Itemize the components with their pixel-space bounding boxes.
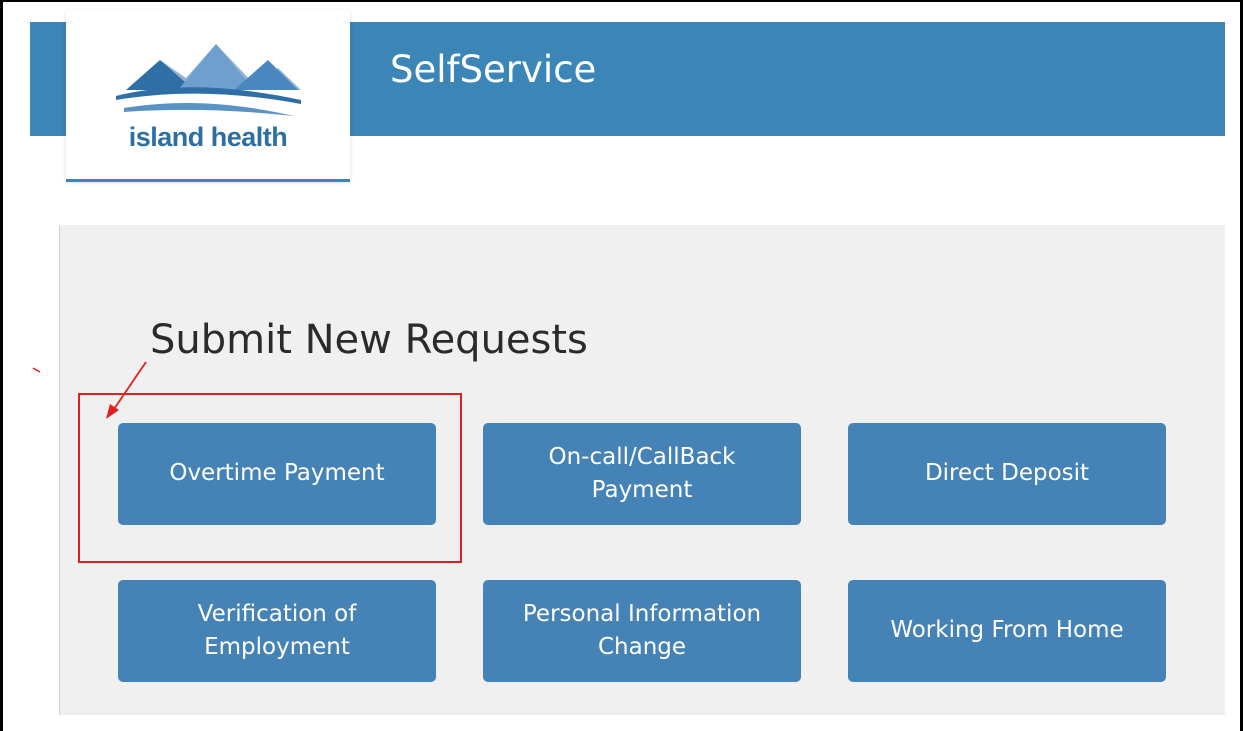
highlight-annotation-box [78, 393, 462, 563]
button-label: Verification of Employment [197, 600, 357, 660]
section-heading: Submit New Requests [150, 317, 588, 363]
button-label: Personal Information Change [522, 600, 762, 660]
personal-information-change-button[interactable]: Personal Information Change [483, 580, 801, 682]
app-title: SelfService [390, 48, 597, 91]
verification-of-employment-button[interactable]: Verification of Employment [118, 580, 436, 682]
button-label: Direct Deposit [924, 460, 1090, 487]
button-label: On-call/CallBack Payment [548, 443, 736, 503]
working-from-home-button[interactable]: Working From Home [848, 580, 1166, 682]
oncall-callback-payment-button[interactable]: On-call/CallBack Payment [483, 423, 801, 525]
logo-text: island health [128, 122, 288, 152]
annotation-stray-mark [32, 367, 41, 373]
mountains-logo-icon [116, 44, 301, 116]
button-label: Working From Home [890, 617, 1124, 644]
logo[interactable]: island health [66, 10, 350, 182]
direct-deposit-button[interactable]: Direct Deposit [848, 423, 1166, 525]
